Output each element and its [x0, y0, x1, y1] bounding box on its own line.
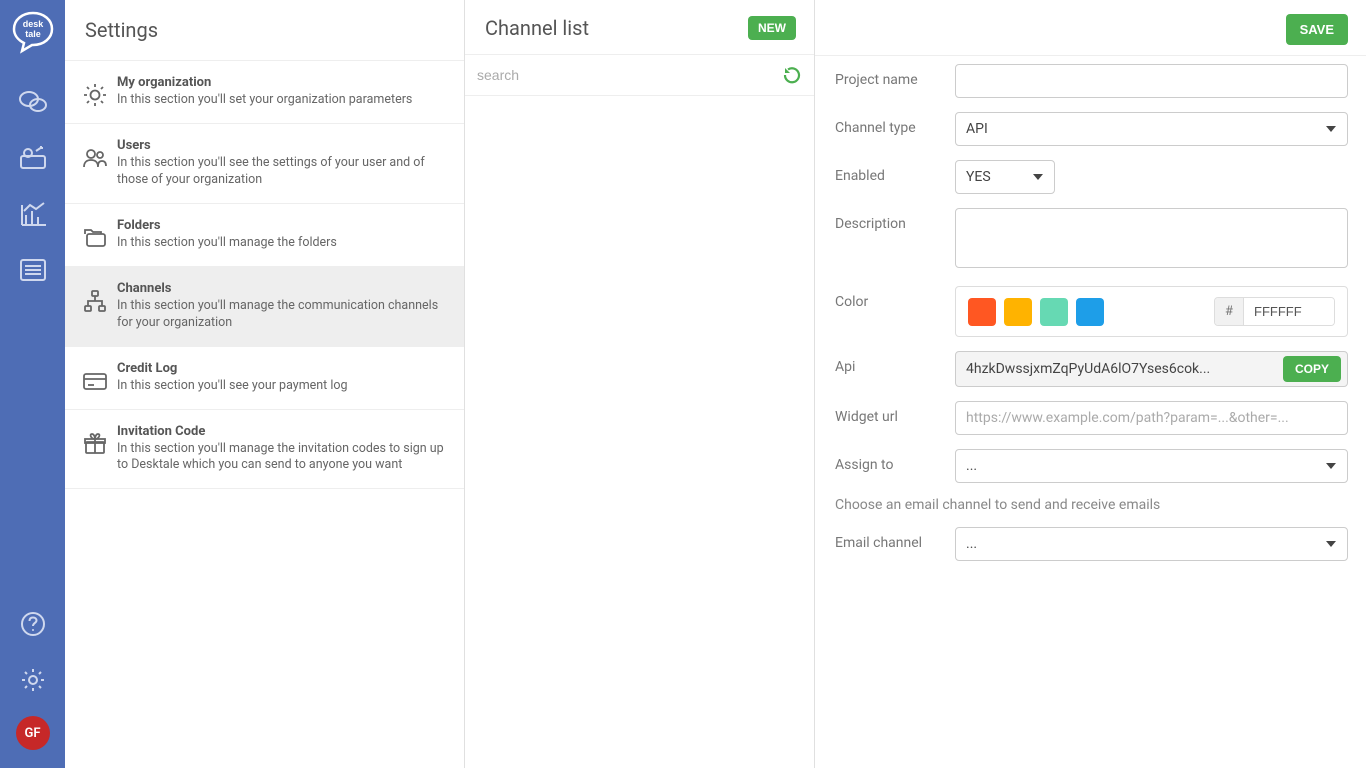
folders-icon: [77, 218, 113, 252]
gear-icon: [77, 75, 113, 109]
swatch-orange[interactable]: [968, 298, 996, 326]
search-input[interactable]: [473, 61, 782, 89]
settings-item-channels[interactable]: Channels In this section you'll manage t…: [65, 266, 464, 346]
label-description: Description: [835, 208, 955, 232]
search-bar: [465, 54, 814, 96]
api-key-value: 4hzkDwssjxmZqPyUdA6lO7Yses6cok...: [966, 357, 1283, 381]
settings-item-title: Folders: [117, 218, 452, 233]
label-assign-to: Assign to: [835, 449, 955, 473]
label-enabled: Enabled: [835, 160, 955, 184]
credit-card-icon: [77, 361, 113, 395]
settings-item-desc: In this section you'll set your organiza…: [117, 92, 452, 109]
swatch-teal[interactable]: [1040, 298, 1068, 326]
color-swatches: [968, 298, 1104, 326]
nav-chat-icon[interactable]: [13, 82, 53, 122]
swatch-amber[interactable]: [1004, 298, 1032, 326]
settings-item-folders[interactable]: Folders In this section you'll manage th…: [65, 203, 464, 266]
settings-item-desc: In this section you'll see the settings …: [117, 155, 452, 189]
new-button[interactable]: NEW: [748, 16, 796, 40]
widget-url-input[interactable]: [955, 401, 1348, 435]
copy-button[interactable]: COPY: [1283, 356, 1341, 382]
label-color: Color: [835, 286, 955, 310]
hex-input[interactable]: [1244, 298, 1334, 325]
settings-item-org[interactable]: My organization In this section you'll s…: [65, 60, 464, 123]
api-key-field: 4hzkDwssjxmZqPyUdA6lO7Yses6cok... COPY: [955, 351, 1348, 387]
settings-title: Settings: [65, 0, 464, 60]
settings-item-desc: In this section you'll manage the invita…: [117, 441, 452, 475]
form-column: SAVE Project name Channel type API E: [815, 0, 1366, 768]
settings-item-users[interactable]: Users In this section you'll see the set…: [65, 123, 464, 203]
users-icon: [77, 138, 113, 189]
settings-item-title: Channels: [117, 281, 452, 296]
nav-settings-icon[interactable]: [13, 660, 53, 700]
label-channel-type: Channel type: [835, 112, 955, 136]
vertical-nav: desk tale: [0, 0, 65, 768]
label-project-name: Project name: [835, 64, 955, 88]
gift-icon: [77, 424, 113, 475]
channel-list-column: Channel list NEW: [465, 0, 815, 768]
swatch-blue[interactable]: [1076, 298, 1104, 326]
enabled-select[interactable]: YES: [955, 160, 1055, 194]
settings-item-credit[interactable]: Credit Log In this section you'll see yo…: [65, 346, 464, 409]
settings-item-desc: In this section you'll see your payment …: [117, 378, 452, 395]
settings-list: My organization In this section you'll s…: [65, 60, 464, 768]
label-widget-url: Widget url: [835, 401, 955, 425]
nav-list-icon[interactable]: [13, 250, 53, 290]
settings-item-title: Users: [117, 138, 452, 153]
svg-text:tale: tale: [25, 29, 41, 39]
settings-item-title: Credit Log: [117, 361, 452, 376]
settings-item-desc: In this section you'll manage the folder…: [117, 235, 452, 252]
refresh-icon[interactable]: [782, 65, 802, 85]
nav-help-icon[interactable]: [13, 604, 53, 644]
channels-icon: [77, 281, 113, 332]
settings-item-title: Invitation Code: [117, 424, 452, 439]
settings-column: Settings My organization In this section…: [65, 0, 465, 768]
hex-input-group: #: [1214, 297, 1335, 326]
label-api: Api: [835, 351, 955, 375]
label-email-channel: Email channel: [835, 527, 955, 551]
svg-text:desk: desk: [22, 19, 44, 29]
assign-to-select[interactable]: ...: [955, 449, 1348, 483]
settings-item-desc: In this section you'll manage the commun…: [117, 298, 452, 332]
user-avatar[interactable]: GF: [16, 716, 50, 750]
save-button[interactable]: SAVE: [1286, 14, 1348, 45]
channel-list-title: Channel list: [485, 16, 589, 40]
settings-item-title: My organization: [117, 75, 452, 90]
email-channel-select[interactable]: ...: [955, 527, 1348, 561]
hash-label: #: [1215, 298, 1244, 325]
brand-logo: desk tale: [9, 8, 57, 56]
project-name-input[interactable]: [955, 64, 1348, 98]
channel-type-select[interactable]: API: [955, 112, 1348, 146]
description-textarea[interactable]: [955, 208, 1348, 268]
color-picker: #: [955, 286, 1348, 337]
nav-analytics-icon[interactable]: [13, 194, 53, 234]
email-hint: Choose an email channel to send and rece…: [835, 497, 1348, 513]
nav-dashboard-icon[interactable]: [13, 138, 53, 178]
settings-item-invite[interactable]: Invitation Code In this section you'll m…: [65, 409, 464, 490]
